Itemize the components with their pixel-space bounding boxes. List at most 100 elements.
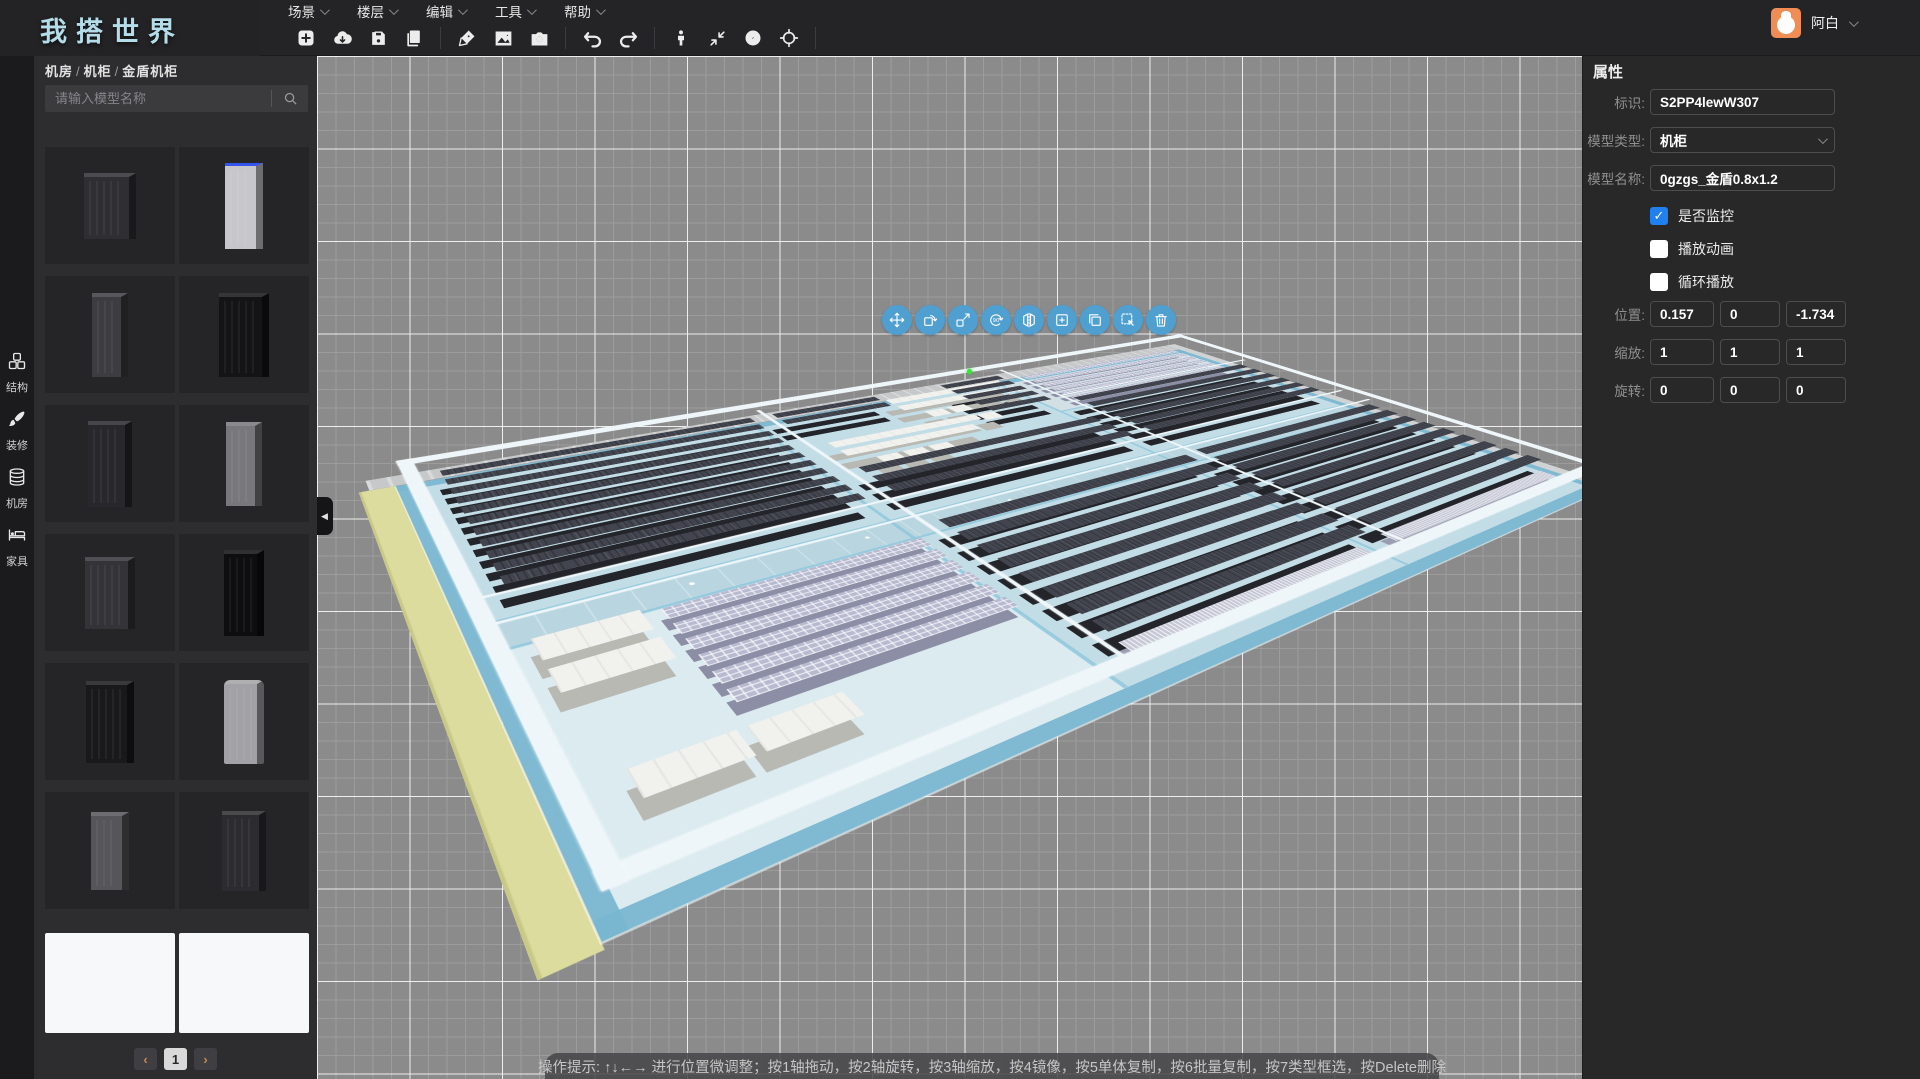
box-select-icon[interactable] [1113, 305, 1143, 335]
menu-floor[interactable]: 楼层 [357, 1, 396, 21]
monitor-checkbox[interactable]: ✓ [1650, 207, 1668, 225]
model-tile[interactable] [179, 276, 309, 393]
rotation-z-input[interactable]: 0 [1786, 377, 1846, 403]
cabinet-thumbnail [85, 557, 135, 629]
sidebar-collapse-handle[interactable]: ◀ [317, 497, 333, 535]
cabinet-body [219, 293, 269, 377]
batch-copy-icon[interactable] [1080, 305, 1110, 335]
rotation-x-input[interactable]: 0 [1650, 377, 1714, 403]
play-animation-checkbox[interactable] [1650, 240, 1668, 258]
cabinet-thumbnail [92, 293, 128, 377]
type-row: 模型类型: 机柜 [1583, 127, 1920, 153]
chevron-down-icon [1818, 134, 1828, 144]
object-toolbar: 90 [882, 305, 1176, 335]
copy-page-icon[interactable] [396, 25, 432, 51]
breadcrumb-jindun[interactable]: 金盾机柜 [122, 64, 178, 79]
search-icon[interactable] [272, 91, 308, 106]
chevron-down-icon [1849, 17, 1859, 27]
mirror-icon[interactable] [1014, 305, 1044, 335]
fit-view-icon[interactable] [699, 25, 735, 51]
model-tile[interactable] [45, 147, 175, 264]
cabinet-thumbnail [224, 550, 264, 636]
svg-text:90: 90 [993, 318, 1000, 324]
rotation-y-input[interactable]: 0 [1720, 377, 1780, 403]
model-tile[interactable] [45, 792, 175, 909]
menu-help[interactable]: 帮助 [564, 1, 603, 21]
model-name-input[interactable]: 0gzgs_金盾0.8x1.2 [1650, 165, 1835, 191]
cabinet-body [91, 812, 129, 890]
cabinet-thumbnail [86, 681, 134, 763]
scale-icon[interactable] [948, 305, 978, 335]
cabinet-body [84, 173, 136, 239]
cabinet-door [89, 181, 124, 235]
compass-icon[interactable] [735, 25, 771, 51]
model-tile[interactable] [45, 663, 175, 780]
model-tile[interactable] [179, 147, 309, 264]
selection-pivot [967, 369, 972, 374]
model-tile[interactable] [45, 534, 175, 651]
copy-icon[interactable] [1047, 305, 1077, 335]
scale-y-input[interactable]: 1 [1720, 339, 1780, 365]
toolbar-separator [654, 27, 655, 49]
avatar[interactable] [1771, 8, 1801, 38]
breadcrumb-room[interactable]: 机房 [45, 64, 73, 79]
save-icon[interactable] [360, 25, 396, 51]
breadcrumb-cabinet[interactable]: 机柜 [84, 64, 112, 79]
properties-panel: 属性 标识: S2PP4lewW307 模型类型: 机柜 模型名称: 0gzgs… [1582, 56, 1920, 1079]
loop-play-checkbox[interactable] [1650, 273, 1668, 291]
image-icon[interactable] [485, 25, 521, 51]
cloud-download-icon[interactable] [324, 25, 360, 51]
position-y-input[interactable]: 0 [1720, 301, 1780, 327]
locate-icon[interactable] [771, 25, 807, 51]
move-icon[interactable] [882, 305, 912, 335]
id-row: 标识: S2PP4lewW307 [1583, 89, 1920, 115]
undo-icon[interactable] [574, 25, 610, 51]
search-input[interactable] [45, 91, 271, 106]
menu-scene[interactable]: 场景 [288, 1, 327, 21]
model-tile[interactable] [179, 663, 309, 780]
person-view-icon[interactable] [663, 25, 699, 51]
app-logo: 我搭世界 [0, 0, 260, 56]
cabinet-body [222, 811, 266, 891]
panel-title: 属性 [1593, 61, 1623, 82]
chevron-down-icon [389, 5, 399, 15]
model-tile[interactable] [45, 933, 175, 1033]
menu-tools[interactable]: 工具 [495, 1, 534, 21]
camera-icon[interactable] [521, 25, 557, 51]
name-row: 模型名称: 0gzgs_金盾0.8x1.2 [1583, 165, 1920, 191]
scale-x-input[interactable]: 1 [1650, 339, 1714, 365]
model-tile[interactable] [179, 933, 309, 1033]
prev-page-button[interactable]: ‹ [134, 1048, 157, 1070]
scale-z-input[interactable]: 1 [1786, 339, 1846, 365]
rail-item-server-room[interactable]: 机房 [0, 467, 34, 511]
chevron-down-icon [596, 5, 606, 15]
model-sidebar: 机房/机柜/金盾机柜 ‹ 1 › [34, 56, 317, 1079]
model-type-select[interactable]: 机柜 [1650, 127, 1835, 153]
rail-item-furniture[interactable]: 家具 [0, 525, 34, 569]
rotate-icon[interactable] [915, 305, 945, 335]
position-z-input[interactable]: -1.734 [1786, 301, 1846, 327]
next-page-button[interactable]: › [194, 1048, 217, 1070]
id-input[interactable]: S2PP4lewW307 [1650, 89, 1835, 115]
cabinet-door [230, 170, 251, 245]
delete-icon[interactable] [1146, 305, 1176, 335]
rotate-90-icon[interactable]: 90 [981, 305, 1011, 335]
model-tile[interactable] [45, 405, 175, 522]
position-x-input[interactable]: 0.157 [1650, 301, 1714, 327]
user-menu[interactable]: 阿白 [1771, 8, 1856, 38]
3d-viewport[interactable]: ◀ 90 操作提示: ↑↓←→ 进行位置微调整；按1轴拖动，按2轴旋转，按3轴缩… [317, 56, 1582, 1079]
current-page[interactable]: 1 [164, 1048, 187, 1070]
model-tile[interactable] [45, 276, 175, 393]
model-tile[interactable] [179, 792, 309, 909]
cabinet-thumbnail [84, 173, 136, 239]
cabinet-body [85, 557, 135, 629]
model-tile[interactable] [179, 534, 309, 651]
redo-icon[interactable] [610, 25, 646, 51]
new-icon[interactable] [288, 25, 324, 51]
menu-edit[interactable]: 编辑 [426, 1, 465, 21]
model-tile[interactable] [179, 405, 309, 522]
material-pen-icon[interactable] [449, 25, 485, 51]
rail-item-decorate[interactable]: 装修 [0, 409, 34, 453]
cabinet-body [86, 681, 134, 763]
rail-item-structure[interactable]: 结构 [0, 351, 34, 395]
